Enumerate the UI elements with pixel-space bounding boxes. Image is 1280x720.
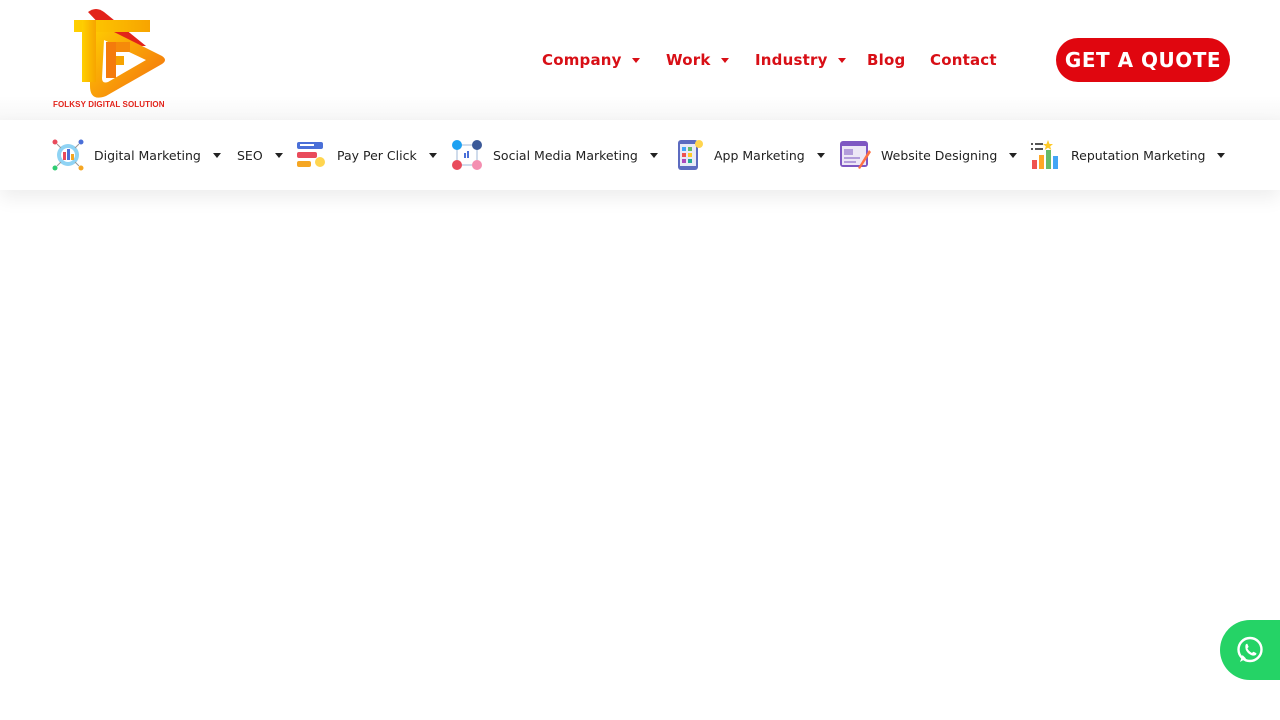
site-header: FOLKSY DIGITAL SOLUTION Company Work Ind… <box>0 0 1280 120</box>
service-label: Website Designing <box>881 147 998 163</box>
caret-down-icon <box>720 57 729 63</box>
service-digital-marketing[interactable]: Digital Marketing <box>51 136 221 174</box>
website-design-icon <box>840 141 871 169</box>
caret-down-icon <box>837 57 846 63</box>
nav-item-label: Blog <box>867 51 906 69</box>
whatsapp-icon <box>1237 636 1263 663</box>
caret-down-icon <box>274 152 283 158</box>
service-label: Digital Marketing <box>94 147 201 163</box>
service-label: App Marketing <box>714 147 805 163</box>
caret-down-icon <box>1217 152 1226 158</box>
service-website-designing[interactable]: Website Designing <box>838 136 1018 174</box>
reputation-chart-icon <box>1031 140 1058 169</box>
services-menu: Digital Marketing SEO Pay Per Click Soci… <box>0 120 1280 190</box>
service-label: Pay Per Click <box>337 147 417 163</box>
nav-item-industry[interactable]: Industry <box>755 48 846 72</box>
service-label: SEO <box>237 147 263 163</box>
mobile-app-icon <box>678 140 703 170</box>
nav-item-label: Work <box>666 51 711 69</box>
brand-name: FOLKSY DIGITAL SOLUTION <box>53 100 165 109</box>
whatsapp-chat-button[interactable] <box>1220 620 1280 680</box>
nav-item-blog[interactable]: Blog <box>867 48 905 72</box>
service-label: Social Media Marketing <box>493 147 638 163</box>
nav-item-label: Industry <box>755 51 828 69</box>
caret-down-icon <box>631 57 640 63</box>
get-a-quote-button[interactable]: GET A QUOTE <box>1056 38 1230 82</box>
service-reputation-marketing[interactable]: Reputation Marketing <box>1028 136 1226 174</box>
pay-per-click-icon <box>297 142 325 167</box>
nav-item-label: Contact <box>930 51 997 69</box>
nav-item-company[interactable]: Company <box>542 48 640 72</box>
nav-item-work[interactable]: Work <box>666 48 729 72</box>
nav-item-contact[interactable]: Contact <box>930 48 997 72</box>
caret-down-icon <box>428 152 437 158</box>
nav-item-label: Company <box>542 51 622 69</box>
digital-marketing-icon <box>52 139 84 171</box>
service-app-marketing[interactable]: App Marketing <box>671 136 825 174</box>
service-social-media-marketing[interactable]: Social Media Marketing <box>450 136 658 174</box>
caret-down-icon <box>212 152 221 158</box>
caret-down-icon <box>1009 152 1018 158</box>
service-seo[interactable]: SEO <box>237 136 283 174</box>
caret-down-icon <box>649 152 658 158</box>
social-media-icon <box>452 140 482 170</box>
service-pay-per-click[interactable]: Pay Per Click <box>294 136 437 174</box>
caret-down-icon <box>816 152 825 158</box>
service-label: Reputation Marketing <box>1071 147 1206 163</box>
